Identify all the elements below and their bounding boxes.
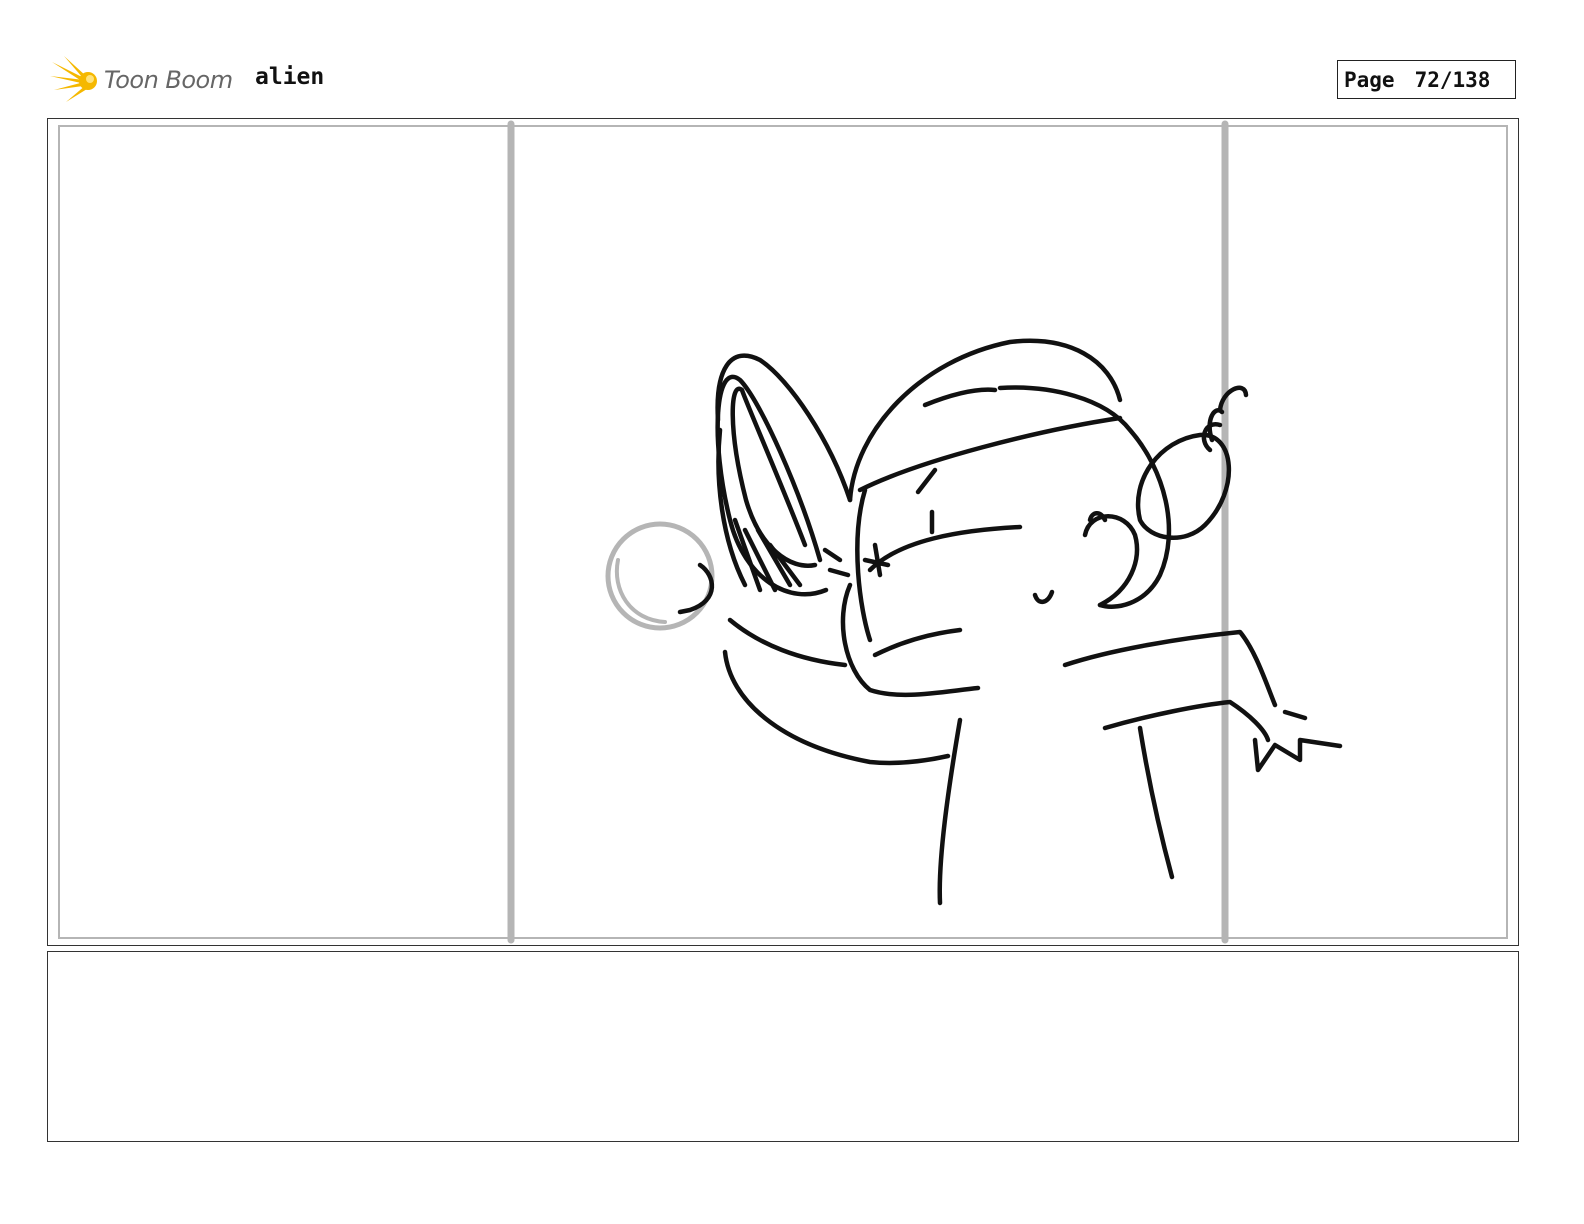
panel-notes-box xyxy=(47,951,1519,1142)
field-guides xyxy=(507,120,1229,944)
alien-character-sketch xyxy=(677,338,1343,906)
